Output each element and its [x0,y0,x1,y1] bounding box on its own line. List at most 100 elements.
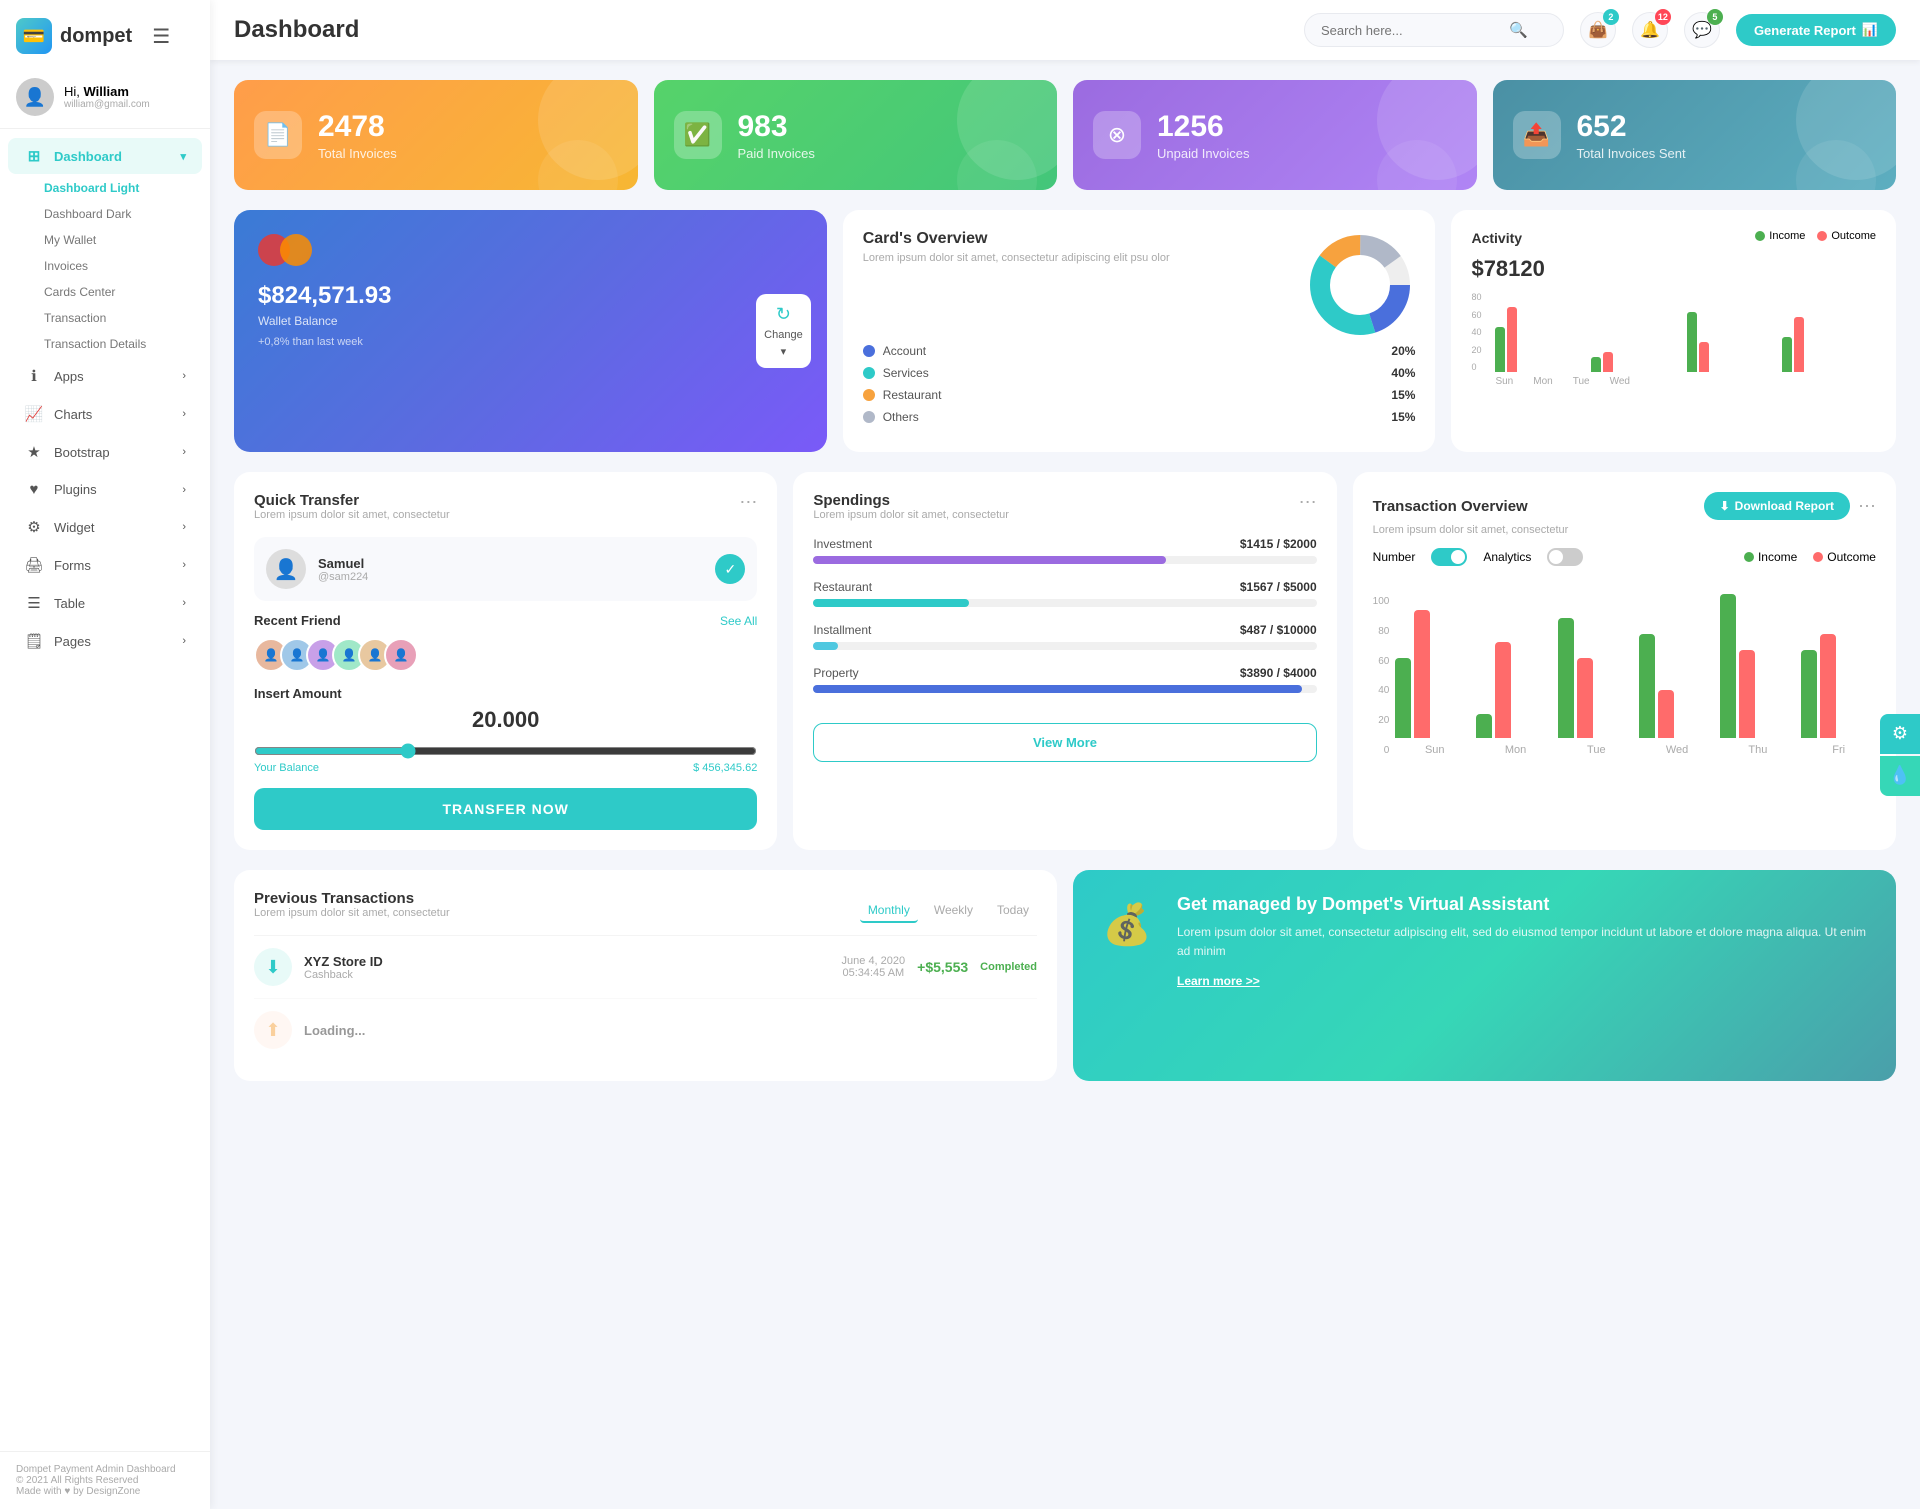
user-email: william@gmail.com [64,99,150,110]
tx-overview-menu-icon[interactable]: ⋯ [1858,496,1876,517]
sidebar-label-apps: Apps [54,369,84,384]
search-input[interactable] [1321,23,1501,38]
sidebar-item-widget[interactable]: ⚙ Widget › [8,509,202,545]
sidebar-item-plugins[interactable]: ♥ Plugins › [8,472,202,507]
legend-label-others: Others [883,410,919,424]
analytics-toggle[interactable] [1547,548,1583,566]
transaction-overview-card: Transaction Overview ⬇ Download Report ⋯… [1353,472,1896,850]
tx-income-dot [1744,552,1754,562]
contact-name: Samuel [318,556,368,571]
va-learn-more-link[interactable]: Learn more >> [1177,974,1260,988]
spendings-subtitle: Lorem ipsum dolor sit amet, consectetur [813,509,1009,521]
droplet-icon: 💧 [1889,765,1911,786]
bell-notification-btn[interactable]: 🔔 12 [1632,12,1668,48]
legend-pct-others: 15% [1391,410,1415,424]
sidebar-sub-transaction[interactable]: Transaction [0,305,210,331]
legend-others: Others 15% [863,410,1416,424]
tx-row-icon-2: ⬆ [254,1011,292,1049]
period-tab-monthly[interactable]: Monthly [860,899,918,923]
sidebar-sub-invoices[interactable]: Invoices [0,253,210,279]
quick-transfer-card: Quick Transfer Lorem ipsum dolor sit ame… [234,472,777,850]
sidebar-item-bootstrap[interactable]: ★ Bootstrap › [8,434,202,470]
main-content: Dashboard 🔍 👜 2 🔔 12 💬 5 Generate Report… [210,0,1920,1509]
big-bar-outcome-mon [1495,642,1511,738]
sidebar-label-charts: Charts [54,407,92,422]
contact-check-icon: ✓ [715,554,745,584]
sidebar-item-dashboard[interactable]: ⊞ Dashboard ▾ [8,138,202,174]
big-bar-income-tue [1558,618,1574,738]
see-all-link[interactable]: See All [720,614,757,628]
view-more-button[interactable]: View More [813,723,1316,762]
bottom-cards-row: Quick Transfer Lorem ipsum dolor sit ame… [234,472,1896,850]
spendings-title: Spendings [813,492,1009,509]
spendings-card: Spendings Lorem ipsum dolor sit amet, co… [793,472,1336,850]
generate-report-button[interactable]: Generate Report 📊 [1736,14,1896,46]
sidebar-item-table[interactable]: ☰ Table › [8,585,202,621]
total-invoices-label: Total Invoices [318,146,397,161]
water-float-button[interactable]: 💧 [1880,756,1920,796]
spendings-menu-icon[interactable]: ⋯ [1299,492,1317,513]
quick-transfer-title: Quick Transfer [254,492,450,509]
wallet-balance: $824,571.93 [258,282,803,310]
contact-card: 👤 Samuel @sam224 ✓ [254,537,757,601]
tx-row-type: Cashback [304,969,830,981]
total-invoices-icon: 📄 [254,111,302,159]
download-report-button[interactable]: ⬇ Download Report [1704,492,1850,520]
sidebar-sub-my-wallet[interactable]: My Wallet [0,227,210,253]
chevron-right-icon: › [182,370,186,382]
total-sent-icon: 📤 [1513,111,1561,159]
income-label: Income [1769,230,1805,242]
income-dot [1755,231,1765,241]
search-box[interactable]: 🔍 [1304,13,1564,47]
tx-overview-subtitle: Lorem ipsum dolor sit amet, consectetur [1373,524,1876,536]
amount-slider[interactable] [254,743,757,759]
hamburger-menu[interactable]: ☰ [152,24,170,49]
sidebar-sub-cards-center[interactable]: Cards Center [0,279,210,305]
transfer-now-button[interactable]: TRANSFER NOW [254,788,757,830]
chart-bar-icon: 📊 [1862,22,1878,38]
message-notification-btn[interactable]: 💬 5 [1684,12,1720,48]
spending-amounts-restaurant: $1567 / $5000 [1240,580,1317,594]
insert-amount-label: Insert Amount [254,686,757,701]
sidebar-label-table: Table [54,596,85,611]
contact-handle: @sam224 [318,571,368,583]
va-title: Get managed by Dompet's Virtual Assistan… [1177,894,1872,915]
bar-outcome-sun [1507,307,1517,372]
wallet-card: $824,571.93 Wallet Balance +0,8% than la… [234,210,827,452]
tx-outcome-dot [1813,552,1823,562]
activity-legend: Income Outcome [1755,230,1876,242]
big-bar-group-tue [1558,618,1633,738]
period-tab-weekly[interactable]: Weekly [926,899,981,923]
contact-avatar: 👤 [266,549,306,589]
period-tabs: Monthly Weekly Today [860,899,1037,923]
chevron-down-icon: ▾ [180,150,186,163]
sidebar-sub-transaction-details[interactable]: Transaction Details [0,331,210,357]
wallet-notification-btn[interactable]: 👜 2 [1580,12,1616,48]
legend-pct-services: 40% [1391,366,1415,380]
sidebar-item-pages[interactable]: 🗒 Pages › [8,623,202,659]
tx-income-label: Income [1758,550,1797,564]
sidebar-item-forms[interactable]: 🖨 Forms › [8,547,202,583]
table-icon: ☰ [24,594,44,612]
number-toggle[interactable] [1431,548,1467,566]
sidebar-item-charts[interactable]: 📈 Charts › [8,396,202,432]
sidebar-sub-dashboard-light[interactable]: Dashboard Light [0,175,210,201]
stat-card-total-invoices: 📄 2478 Total Invoices [234,80,638,190]
sidebar-sub-dashboard-dark[interactable]: Dashboard Dark [0,201,210,227]
tx-row-time: 05:34:45 AM [842,967,906,979]
period-tab-today[interactable]: Today [989,899,1037,923]
header: Dashboard 🔍 👜 2 🔔 12 💬 5 Generate Report… [210,0,1920,60]
table-row-2: ⬆ Loading... [254,998,1037,1061]
spending-property: Property $3890 / $4000 [813,666,1316,693]
quick-transfer-subtitle: Lorem ipsum dolor sit amet, consectetur [254,509,450,521]
balance-label: Your Balance [254,762,319,774]
toggle-row: Number Analytics Income [1373,548,1876,566]
tx-axis-thu: Thu [1720,744,1795,756]
quick-transfer-menu-icon[interactable]: ⋯ [739,492,757,513]
tx-row-status: Completed [980,961,1037,973]
spending-investment: Investment $1415 / $2000 [813,537,1316,564]
settings-float-button[interactable]: ⚙ [1880,714,1920,754]
wallet-change-button[interactable]: ↻ Change ▾ [756,294,811,368]
outcome-dot [1817,231,1827,241]
sidebar-item-apps[interactable]: ℹ Apps › [8,358,202,394]
